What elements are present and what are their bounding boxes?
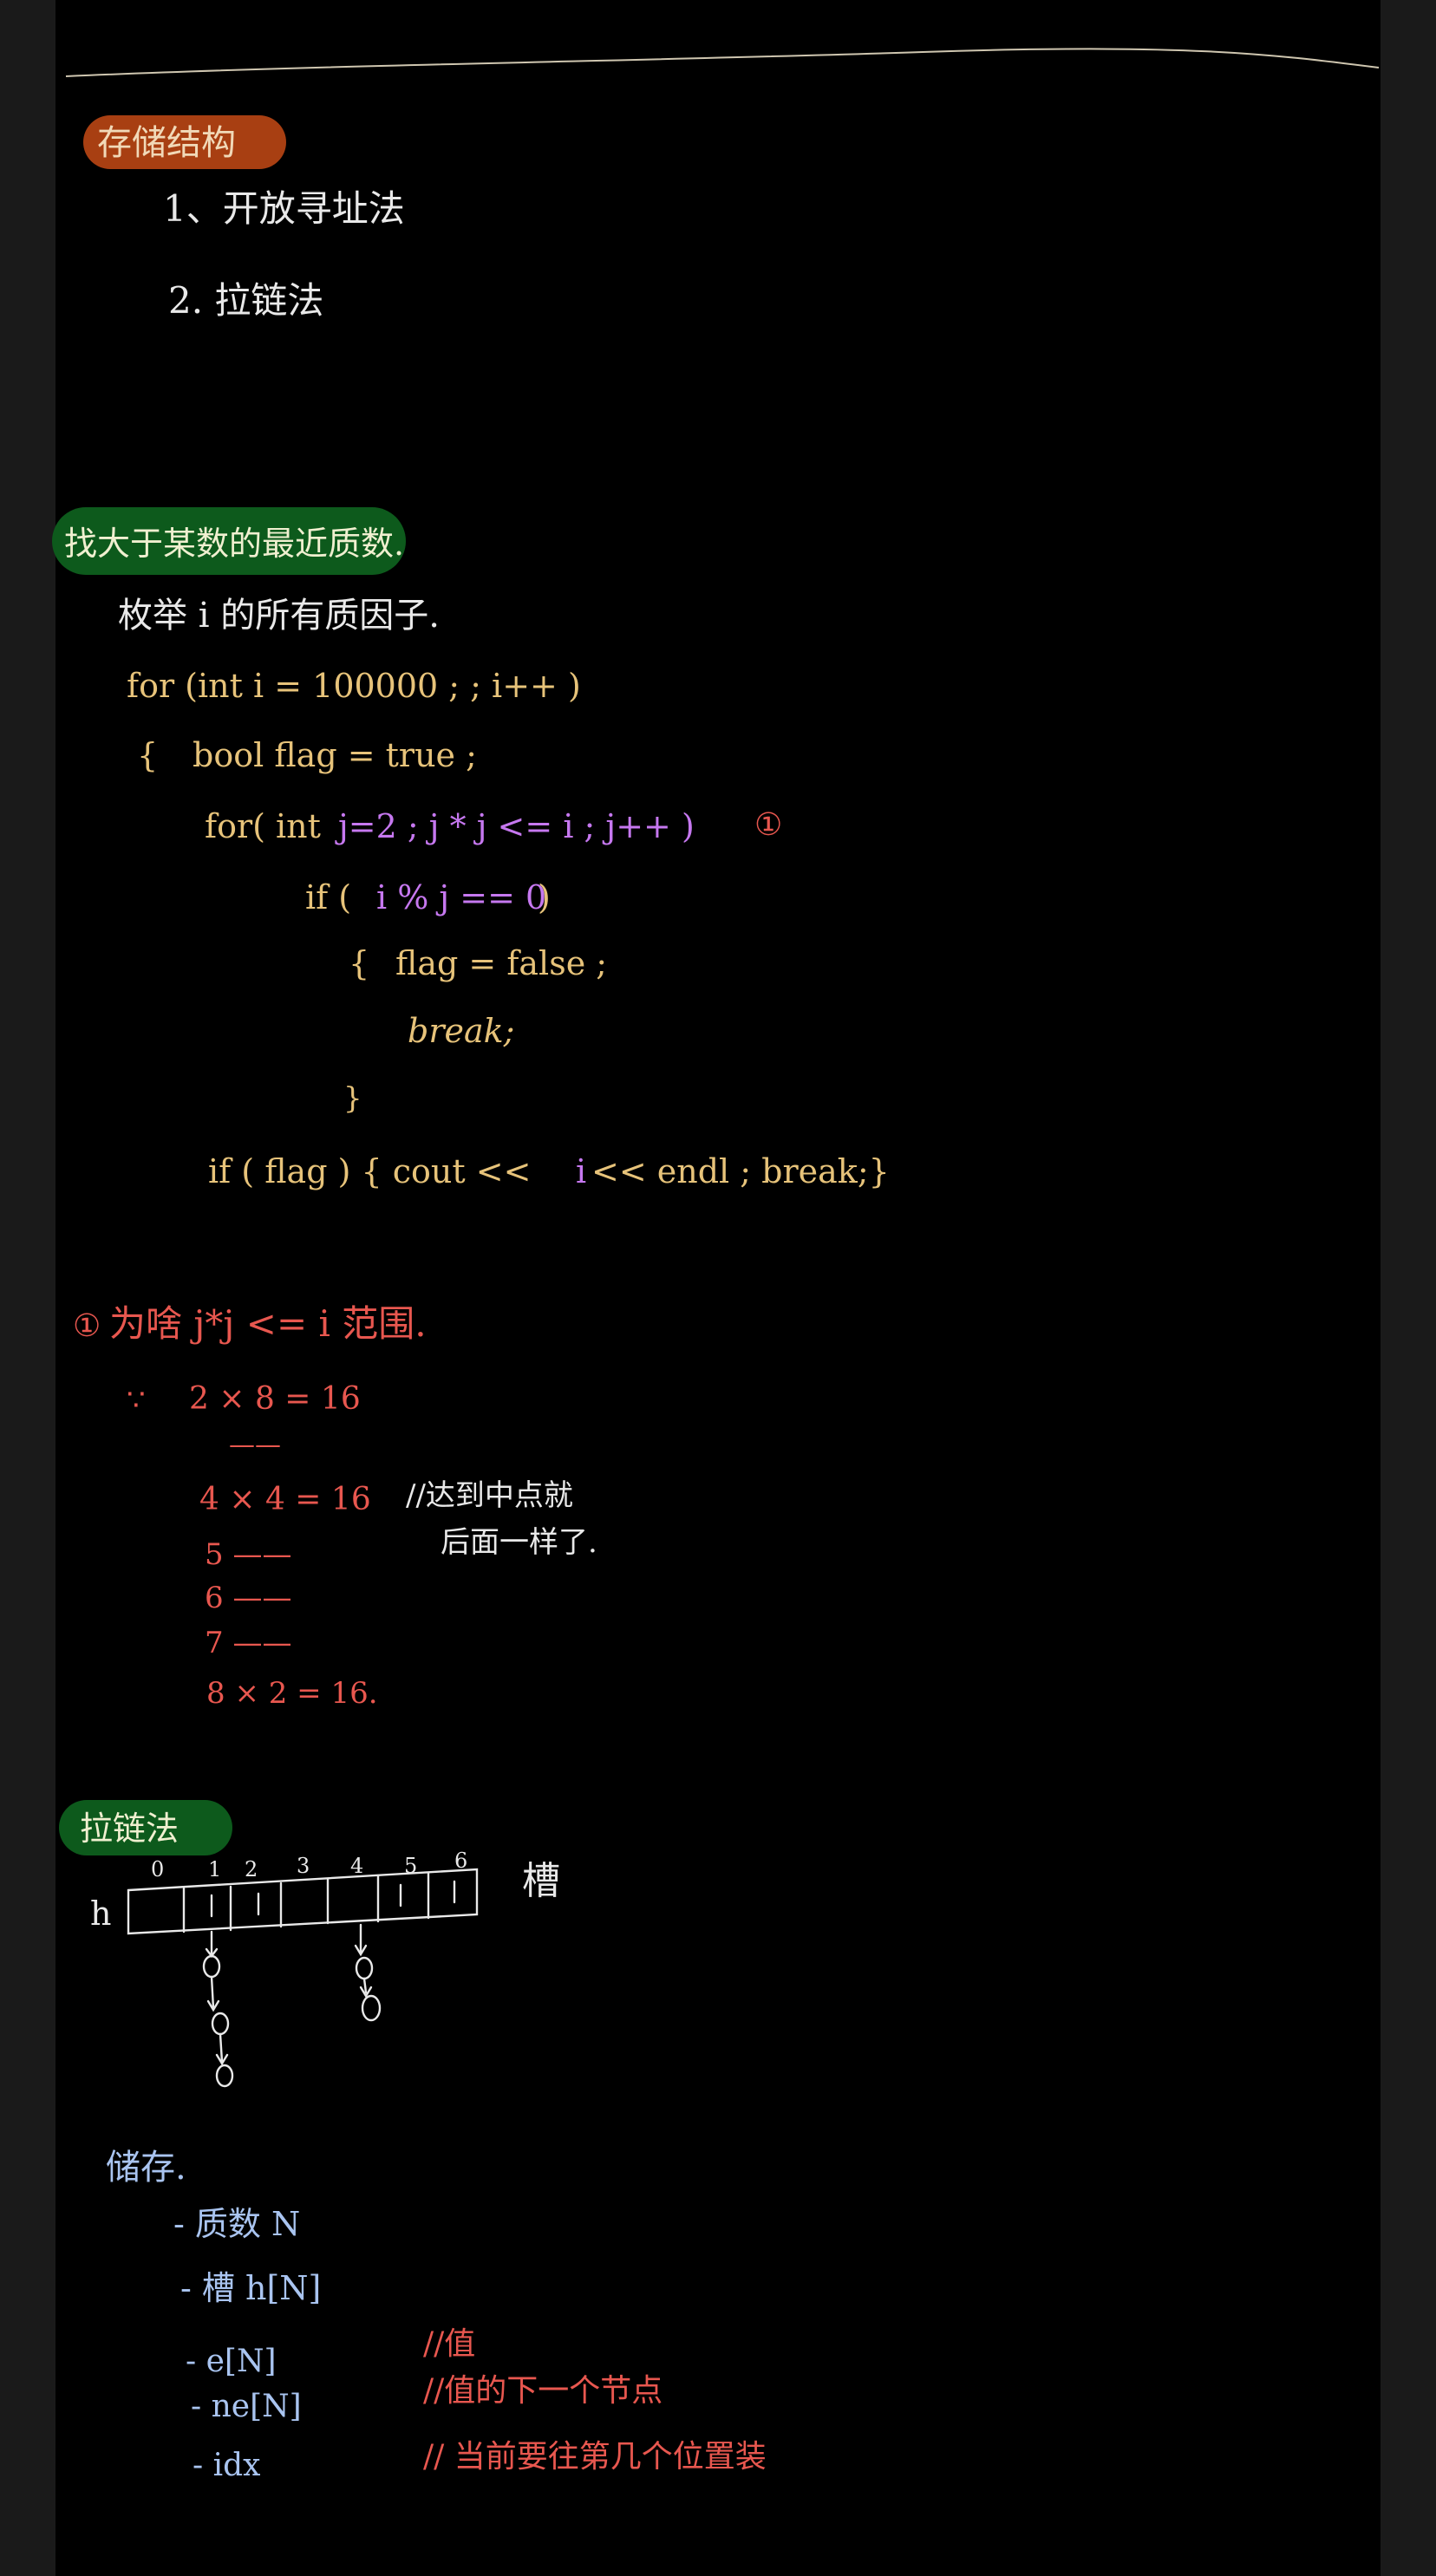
storage-item-slot: - 槽 h[N] [180,2269,322,2307]
section5-title: 储存. [106,2148,186,2188]
storage-item-prime: - 质数 N [173,2205,301,2243]
storage-item-idx: - idx [193,2448,261,2483]
storage-item-idx-comment: // 当前要往第几个位置装 [423,2439,767,2475]
storage-item-e: - e[N] [186,2344,277,2379]
storage-item-e-comment: //值 [423,2326,476,2362]
storage-item-ne-comment: //值的下一个节点 [423,2373,663,2409]
note-page: 存储结构 1、开放寻址法 2. 拉链法 找大于某数的最近质数. 枚举 i 的所有… [52,0,1381,2576]
storage-item-ne: - ne[N] [191,2389,302,2424]
hash-slot-array-diagram [127,1868,479,2088]
